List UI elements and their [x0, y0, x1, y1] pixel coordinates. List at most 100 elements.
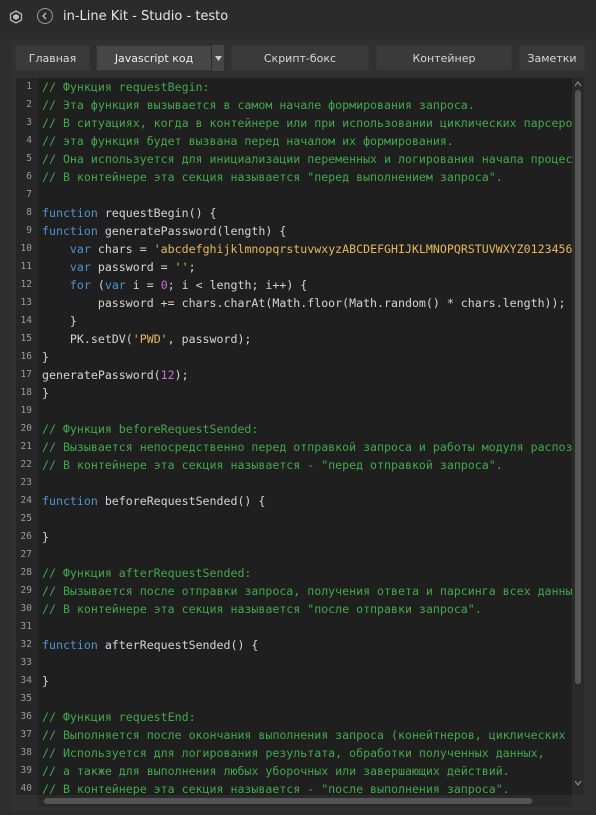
line-number: 6: [26, 171, 32, 182]
line-number: 18: [20, 387, 32, 398]
code-token-comment: // а также для выполнения любых уборочны…: [42, 764, 510, 778]
line-number: 33: [20, 657, 32, 668]
line-number: 12: [20, 279, 32, 290]
line-number: 32: [20, 639, 32, 650]
line-number: 10: [20, 243, 32, 254]
line-number: 25: [20, 513, 32, 524]
line-number: 30: [20, 603, 32, 614]
code-token-comment: // Функция afterRequestSended:: [42, 566, 252, 580]
code-token-plain: afterRequestSended() {: [97, 638, 259, 652]
code-token-kw: var: [69, 242, 91, 256]
line-number: 7: [26, 189, 32, 200]
back-arrow-icon: [42, 12, 47, 20]
code-line: }: [42, 312, 77, 330]
code-token-plain: password += chars.charAt(Math.floor(Math…: [42, 296, 566, 310]
line-number: 14: [20, 315, 32, 326]
code-token-kw: var: [104, 278, 126, 292]
code-line: // В ситуациях, когда в контейнере или п…: [42, 114, 572, 132]
line-number: 23: [20, 477, 32, 488]
line-number: 2: [26, 99, 32, 110]
line-number: 17: [20, 369, 32, 380]
back-button[interactable]: [37, 8, 53, 24]
code-token-comment: // В ситуациях, когда в контейнере или п…: [42, 116, 572, 130]
code-token-plain: PK.setDV(: [42, 332, 133, 346]
line-number: 37: [20, 729, 32, 740]
line-number: 27: [20, 549, 32, 560]
tab-dropdown-button[interactable]: [211, 45, 224, 71]
code-line: // Эта функция вызывается в самом начале…: [42, 96, 475, 114]
code-editor[interactable]: 1 2 3 4 5 6 7 8 9 10 11 12 13 14 15 16 17 18 19 20 21 22 23 24 2…: [16, 78, 584, 795]
scroll-up-arrow-icon[interactable]: [574, 80, 582, 88]
code-line: password += chars.charAt(Math.floor(Math…: [42, 294, 566, 312]
vertical-scroll-thumb[interactable]: [575, 90, 581, 684]
line-number: 38: [20, 747, 32, 758]
code-token-comment: // В контейнере эта секция называется - …: [42, 458, 503, 472]
code-token-comment: // Функция requestEnd:: [42, 710, 196, 724]
code-line: for (var i = 0; i < length; i++) {: [42, 276, 307, 294]
line-number: 36: [20, 711, 32, 722]
code-token-comment: // Вызывается после отправки запроса, по…: [42, 584, 572, 598]
code-line: // В контейнере эта секция называется "п…: [42, 168, 503, 186]
code-token-plain: i =: [125, 278, 161, 292]
line-number: 3: [26, 117, 32, 128]
line-number: 20: [20, 423, 32, 434]
line-number: 35: [20, 693, 32, 704]
code-line: // Используется для логирования результа…: [42, 744, 545, 762]
code-token-num: 0: [160, 278, 168, 292]
tab-container[interactable]: Контейнер: [376, 45, 512, 71]
line-number: 13: [20, 297, 32, 308]
tab-notes[interactable]: Заметки: [519, 45, 585, 71]
code-line: var password = '';: [42, 258, 196, 276]
code-token-comment: // эта функция будет вызвана перед начал…: [42, 134, 454, 148]
code-line: }: [42, 528, 49, 546]
tab-script-box[interactable]: Скрипт-бокс: [231, 45, 369, 71]
code-token-plain: }: [42, 350, 49, 364]
code-token-plain: ;: [188, 260, 196, 274]
code-token-comment: // Выполняется после окончания выполнени…: [42, 728, 566, 742]
window-title: in-Line Kit - Studio - testo: [63, 9, 229, 24]
code-token-plain: }: [42, 314, 77, 328]
code-token-comment: // Она используется для инициализации пе…: [42, 152, 572, 166]
title-bar: in-Line Kit - Studio - testo: [0, 0, 596, 34]
scroll-down-arrow-icon[interactable]: [574, 779, 582, 787]
code-line: var chars = 'abcdefghijklmnopqrstuvwxyzA…: [42, 240, 572, 258]
line-number: 24: [20, 495, 32, 506]
code-token-comment: // Вызывается непосредственно перед отпр…: [42, 440, 572, 454]
code-token-comment: // Функция beforeRequestSended:: [42, 422, 259, 436]
code-line: PK.setDV('PWD', password);: [42, 330, 252, 348]
tab-javascript-code[interactable]: Javascript код: [96, 45, 212, 71]
code-line: // В контейнере эта секция называется - …: [42, 456, 503, 474]
code-line: function generatePassword(length) {: [42, 222, 286, 240]
code-token-plain: }: [42, 674, 49, 688]
code-area[interactable]: // Функция requestBegin: // Эта функция в…: [38, 78, 572, 795]
code-token-kw: for: [69, 278, 91, 292]
code-token-plain: ; i < length; i++) {: [167, 278, 308, 292]
code-line: }: [42, 672, 49, 690]
tab-home[interactable]: Главная: [15, 45, 90, 71]
line-number: 4: [26, 135, 32, 146]
code-token-plain: generatePassword(length) {: [97, 224, 287, 238]
code-token-str: 'PWD': [132, 332, 168, 346]
code-token-kw: var: [69, 260, 91, 274]
code-line: // а также для выполнения любых уборочны…: [42, 762, 510, 780]
code-line: // Функция afterRequestSended:: [42, 564, 251, 582]
horizontal-scrollbar[interactable]: [38, 795, 572, 807]
line-number: 34: [20, 675, 32, 686]
chevron-down-icon: [214, 55, 222, 61]
code-line: // В контейнере эта секция называется - …: [42, 780, 510, 795]
vertical-scrollbar[interactable]: [572, 78, 584, 795]
horizontal-scroll-thumb[interactable]: [44, 798, 532, 804]
code-line: // Функция beforeRequestSended:: [42, 420, 258, 438]
code-token-plain: (: [90, 278, 105, 292]
code-token-comment: // Эта функция вызывается в самом начале…: [42, 98, 475, 112]
code-line: // В контейнере эта секция называется "п…: [42, 600, 482, 618]
code-token-plain: password =: [90, 260, 175, 274]
line-number: 1: [26, 81, 32, 92]
code-token-comment: // В контейнере эта секция называется "п…: [42, 170, 503, 184]
code-token-num: 12: [160, 368, 175, 382]
code-token-kw: function: [42, 224, 98, 238]
line-number: 29: [20, 585, 32, 596]
